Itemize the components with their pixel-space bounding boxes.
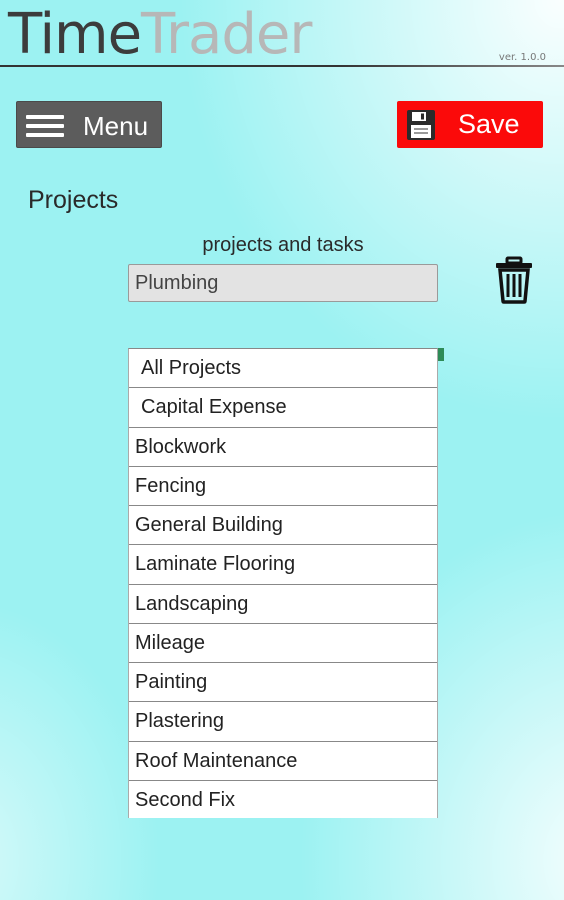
list-item[interactable]: Capital Expense: [129, 388, 437, 428]
logo-word-trader: Trader: [141, 2, 312, 67]
hamburger-icon: [26, 113, 64, 139]
save-button[interactable]: Save: [397, 101, 543, 148]
menu-button-label: Menu: [83, 111, 149, 141]
list-item[interactable]: Second Fix: [129, 780, 437, 818]
menu-button[interactable]: Menu: [16, 101, 162, 148]
list-item[interactable]: Mileage: [129, 623, 437, 663]
header-divider: [0, 65, 564, 67]
floppy-disk-icon: [407, 110, 435, 140]
project-name-input[interactable]: [128, 264, 438, 302]
list-scrollbar-thumb[interactable]: [438, 348, 444, 361]
list-item[interactable]: All Projects: [129, 349, 437, 389]
list-item[interactable]: Plastering: [129, 702, 437, 742]
list-item[interactable]: Roof Maintenance: [129, 741, 437, 781]
list-item[interactable]: Blockwork: [129, 427, 437, 467]
list-item[interactable]: General Building: [129, 506, 437, 546]
list-item[interactable]: Laminate Flooring: [129, 545, 437, 585]
list-item[interactable]: Landscaping: [129, 584, 437, 624]
list-item[interactable]: Fencing: [129, 466, 437, 506]
trash-icon[interactable]: [494, 256, 534, 304]
project-list[interactable]: All Projects Capital Expense Blockwork Fenc…: [128, 348, 438, 818]
app-logo: TimeTrader: [8, 2, 312, 67]
project-field-label: projects and tasks: [202, 234, 364, 256]
logo-word-time: Time: [8, 2, 142, 67]
version-label: ver. 1.0.0: [498, 52, 546, 63]
page-title: Projects: [28, 186, 119, 214]
save-button-label: Save: [458, 109, 520, 139]
list-item[interactable]: Painting: [129, 663, 437, 703]
